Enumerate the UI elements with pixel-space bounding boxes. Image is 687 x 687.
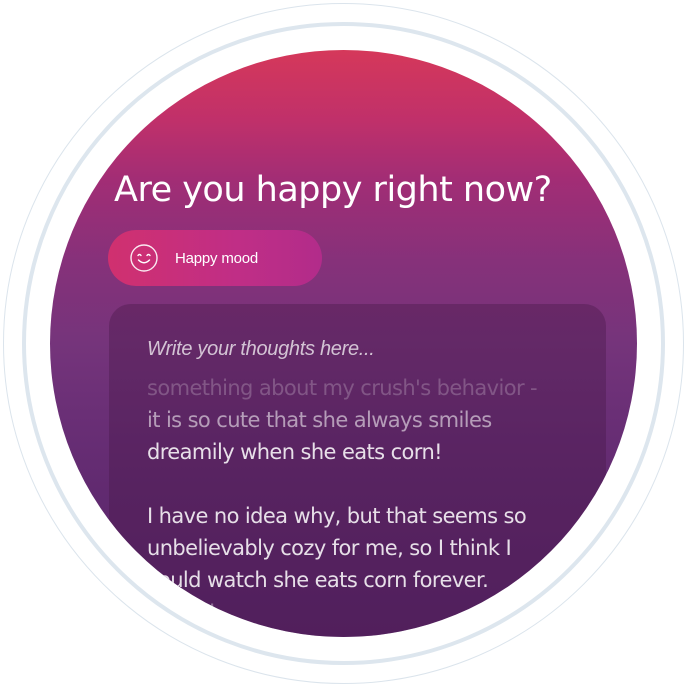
mood-label: Happy mood [175, 249, 259, 267]
watch-screen: Are you happy right now? Happy mood Writ… [50, 50, 637, 637]
journal-entry-text: something about my crush's behavior - it… [147, 372, 577, 628]
journal-line [147, 468, 577, 500]
mood-selector-button[interactable]: Happy mood [108, 230, 322, 286]
journal-text-area[interactable]: Write your thoughts here... something ab… [109, 304, 606, 637]
journal-line: could watch she eats corn forever. [147, 568, 489, 592]
journal-line: ...and I [147, 600, 215, 624]
question-title: Are you happy right now? [114, 170, 552, 210]
journal-placeholder: Write your thoughts here... [147, 338, 375, 360]
journal-line: I have no idea why, but that seems so [147, 504, 527, 528]
journal-line: unbelievably cozy for me, so I think I [147, 536, 512, 560]
journal-line: dreamily when she eats corn! [147, 440, 443, 464]
device-frame: Are you happy right now? Happy mood Writ… [0, 0, 687, 687]
journal-line: it is so cute that she always smiles [147, 408, 492, 432]
smiley-face-icon [130, 244, 158, 272]
journal-line: something about my crush's behavior - [147, 376, 538, 400]
